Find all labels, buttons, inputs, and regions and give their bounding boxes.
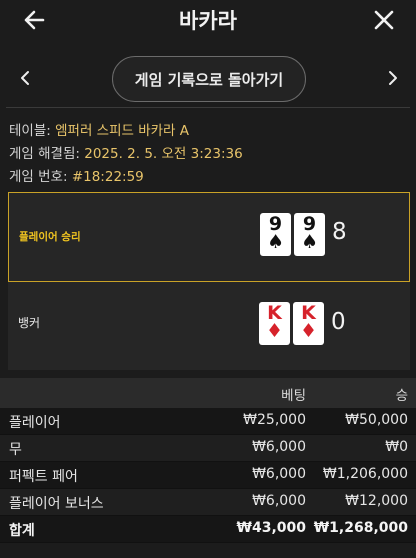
win-column-header: 승 [395,388,408,404]
diamond-icon: ♦ [299,320,318,342]
header-bar: 바카라 [0,0,416,40]
playing-card: 9 ♠ [260,213,291,256]
back-to-history-button[interactable]: 게임 기록으로 돌아가기 [112,56,306,102]
playing-card: K ♦ [259,302,290,345]
banker-label: 뱅커 [18,316,41,330]
table-label: 테이블: [9,123,56,139]
bets-table: 베팅 승 플레이어 ₩25,000 ₩50,000 무 ₩6,000 ₩0 퍼펙… [0,378,416,543]
total-win: ₩1,268,000 [313,520,408,536]
close-button[interactable] [368,4,400,36]
round-info: 게임 번호: #18:22:59 [9,165,144,185]
banker-hand: 뱅커 K ♦ K ♦ 0 [8,282,410,370]
bet-amount: ₩6,000 [252,439,306,455]
chevron-right-icon [389,71,397,85]
bet-type: 퍼펙트 페어 [9,469,78,485]
close-icon [374,10,394,30]
divider [6,107,410,108]
table-info: 테이블: 엠퍼러 스피드 바카라 A [9,119,189,139]
bet-type: 무 [9,442,22,458]
diamond-icon: ♦ [265,320,284,342]
spade-icon: ♠ [300,231,319,253]
bet-amount: ₩6,000 [252,466,306,482]
table-value: 엠퍼러 스피드 바카라 A [55,123,189,139]
chevron-left-icon [21,71,29,85]
banker-cards: K ♦ K ♦ [259,302,324,345]
spade-icon: ♠ [266,231,285,253]
next-round-button[interactable] [378,63,408,93]
bet-type: 플레이어 [9,415,61,431]
table-header: 베팅 승 [0,378,416,408]
page-title: 바카라 [179,9,237,33]
total-row: 합계 ₩43,000 ₩1,268,000 [0,516,416,543]
playing-card: K ♦ [293,302,324,345]
win-amount: ₩1,206,000 [322,466,408,482]
bet-amount: ₩6,000 [252,493,306,509]
history-nav: 게임 기록으로 돌아가기 [0,54,416,104]
total-bet: ₩43,000 [236,520,306,536]
win-amount: ₩12,000 [345,493,408,509]
back-button[interactable] [18,4,50,36]
table-row: 무 ₩6,000 ₩0 [0,435,416,462]
round-label: 게임 번호: [9,169,72,185]
bet-amount: ₩25,000 [243,412,306,428]
arrow-left-icon [24,10,45,30]
previous-round-button[interactable] [10,63,40,93]
player-hand: 플레이어 승리 9 ♠ 9 ♠ 8 [8,192,410,282]
total-label: 합계 [9,523,35,539]
resolved-info: 게임 해결됨: 2025. 2. 5. 오전 3:23:36 [9,142,243,162]
win-amount: ₩50,000 [345,412,408,428]
playing-card: 9 ♠ [294,213,325,256]
table-row: 플레이어 ₩25,000 ₩50,000 [0,408,416,435]
table-row: 퍼펙트 페어 ₩6,000 ₩1,206,000 [0,462,416,489]
bet-column-header: 베팅 [281,388,306,404]
player-cards: 9 ♠ 9 ♠ [260,213,325,256]
round-value: #18:22:59 [71,169,144,185]
banker-score: 0 [331,309,346,335]
win-amount: ₩0 [385,439,408,455]
player-result-label: 플레이어 승리 [19,231,81,243]
bet-type: 플레이어 보너스 [9,496,104,512]
table-row: 플레이어 보너스 ₩6,000 ₩12,000 [0,489,416,516]
resolved-value: 2025. 2. 5. 오전 3:23:36 [84,146,243,162]
resolved-label: 게임 해결됨: [9,146,85,162]
player-score: 8 [332,219,347,245]
